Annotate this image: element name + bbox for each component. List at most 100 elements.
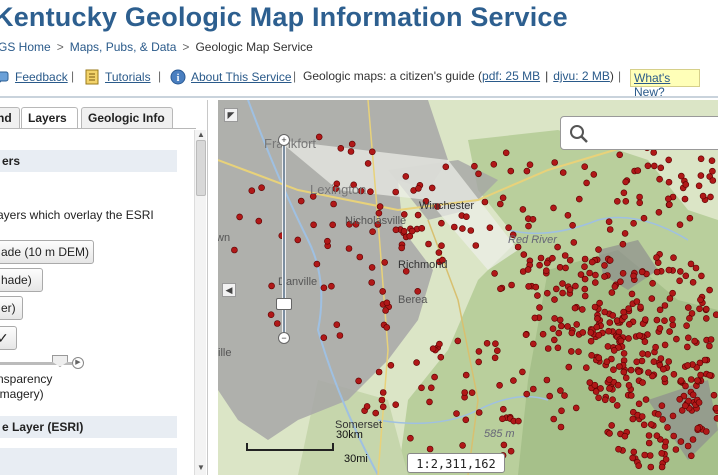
map-marker[interactable] xyxy=(329,221,336,229)
map-marker[interactable] xyxy=(689,436,697,443)
map-marker[interactable] xyxy=(496,381,503,389)
tab-geologic-info[interactable]: Geologic Info xyxy=(81,107,173,128)
map-marker[interactable] xyxy=(492,340,499,347)
map-marker[interactable] xyxy=(523,390,531,398)
map-marker[interactable] xyxy=(617,278,624,285)
map-marker[interactable] xyxy=(712,311,718,318)
map-marker[interactable] xyxy=(682,272,690,280)
map-marker[interactable] xyxy=(320,284,328,292)
layer-er-button[interactable]: er) xyxy=(0,296,23,320)
map-marker[interactable] xyxy=(627,392,635,399)
map-marker[interactable] xyxy=(550,336,558,344)
map-marker[interactable] xyxy=(625,321,633,328)
map-marker[interactable] xyxy=(639,379,646,386)
map-marker[interactable] xyxy=(613,198,621,205)
map-marker[interactable] xyxy=(555,329,563,337)
map-marker[interactable] xyxy=(595,354,603,362)
map-marker[interactable] xyxy=(691,337,698,345)
map-marker[interactable] xyxy=(640,421,648,429)
map-marker[interactable] xyxy=(653,254,660,261)
map-marker[interactable] xyxy=(595,331,603,339)
map-marker[interactable] xyxy=(546,392,554,400)
map-marker[interactable] xyxy=(310,221,317,229)
map-marker[interactable] xyxy=(579,329,587,336)
map-marker[interactable] xyxy=(615,445,622,453)
map-marker[interactable] xyxy=(665,156,673,164)
map-marker[interactable] xyxy=(337,144,345,152)
about-link-group[interactable]: i About This Service xyxy=(170,69,292,85)
map-marker[interactable] xyxy=(355,377,362,385)
map-marker[interactable] xyxy=(491,270,498,277)
map-marker[interactable] xyxy=(581,292,589,300)
hillshade-button[interactable]: hade) xyxy=(0,268,43,292)
map-marker[interactable] xyxy=(653,268,661,276)
map-marker[interactable] xyxy=(459,225,466,232)
map-marker[interactable] xyxy=(581,263,588,270)
scroll-down-icon[interactable]: ▼ xyxy=(196,463,206,475)
map-marker[interactable] xyxy=(670,370,678,378)
map-marker[interactable] xyxy=(657,164,665,172)
map-marker[interactable] xyxy=(661,341,669,349)
map-marker[interactable] xyxy=(666,328,673,335)
map-marker[interactable] xyxy=(637,303,644,311)
map-marker[interactable] xyxy=(664,424,671,431)
map-marker[interactable] xyxy=(676,277,683,285)
map-marker[interactable] xyxy=(551,296,558,303)
map-marker[interactable] xyxy=(500,441,508,449)
map-marker[interactable] xyxy=(499,405,507,413)
map-marker[interactable] xyxy=(559,169,567,176)
map-marker[interactable] xyxy=(670,254,677,261)
map-marker[interactable] xyxy=(666,295,674,302)
map-marker[interactable] xyxy=(656,306,664,314)
map-marker[interactable] xyxy=(635,462,643,470)
map-marker[interactable] xyxy=(676,395,684,403)
map-marker[interactable] xyxy=(641,451,649,459)
map-marker[interactable] xyxy=(550,204,557,212)
map-marker[interactable] xyxy=(670,432,678,440)
map-marker[interactable] xyxy=(581,255,589,263)
map-marker[interactable] xyxy=(581,285,589,293)
map-marker[interactable] xyxy=(681,195,689,203)
map-marker[interactable] xyxy=(661,302,669,309)
guide-djvu-link[interactable]: djvu: 2 MB xyxy=(553,69,610,83)
map-marker[interactable] xyxy=(426,398,433,406)
map-marker[interactable] xyxy=(425,240,432,248)
map-marker[interactable] xyxy=(695,182,703,190)
map-marker[interactable] xyxy=(706,371,714,379)
map-marker[interactable] xyxy=(625,305,632,312)
map-marker[interactable] xyxy=(549,325,557,332)
map-marker[interactable] xyxy=(622,178,629,186)
map-marker[interactable] xyxy=(536,261,543,269)
map-marker[interactable] xyxy=(392,188,399,196)
map-marker[interactable] xyxy=(617,337,625,345)
map-marker[interactable] xyxy=(564,212,572,219)
map-marker[interactable] xyxy=(698,272,705,280)
map-marker[interactable] xyxy=(382,307,389,314)
map-marker[interactable] xyxy=(697,155,705,163)
map-marker[interactable] xyxy=(687,452,695,460)
map-marker[interactable] xyxy=(435,249,443,256)
map-marker[interactable] xyxy=(431,373,438,381)
map-marker[interactable] xyxy=(694,424,702,432)
map-marker[interactable] xyxy=(544,345,552,352)
section-layers-header[interactable]: ers xyxy=(0,150,177,172)
map-marker[interactable] xyxy=(638,413,646,420)
map-marker[interactable] xyxy=(552,285,560,293)
tab-legend[interactable]: nd xyxy=(0,107,20,128)
map-marker[interactable] xyxy=(684,334,692,342)
map-marker[interactable] xyxy=(505,224,512,231)
map-marker[interactable] xyxy=(650,149,658,156)
map-marker[interactable] xyxy=(313,260,321,268)
map-marker[interactable] xyxy=(294,236,302,244)
map-marker[interactable] xyxy=(236,213,243,221)
map-marker[interactable] xyxy=(400,227,408,235)
breadcrumb-maps-pubs-data[interactable]: Maps, Pubs, & Data xyxy=(70,40,177,54)
map-marker[interactable] xyxy=(418,225,426,232)
map-marker[interactable] xyxy=(686,315,693,322)
map-marker[interactable] xyxy=(429,345,437,352)
map-marker[interactable] xyxy=(556,316,564,324)
map-marker[interactable] xyxy=(437,353,445,361)
map-marker[interactable] xyxy=(369,228,376,235)
map-marker[interactable] xyxy=(557,322,565,330)
map-marker[interactable] xyxy=(641,338,649,345)
